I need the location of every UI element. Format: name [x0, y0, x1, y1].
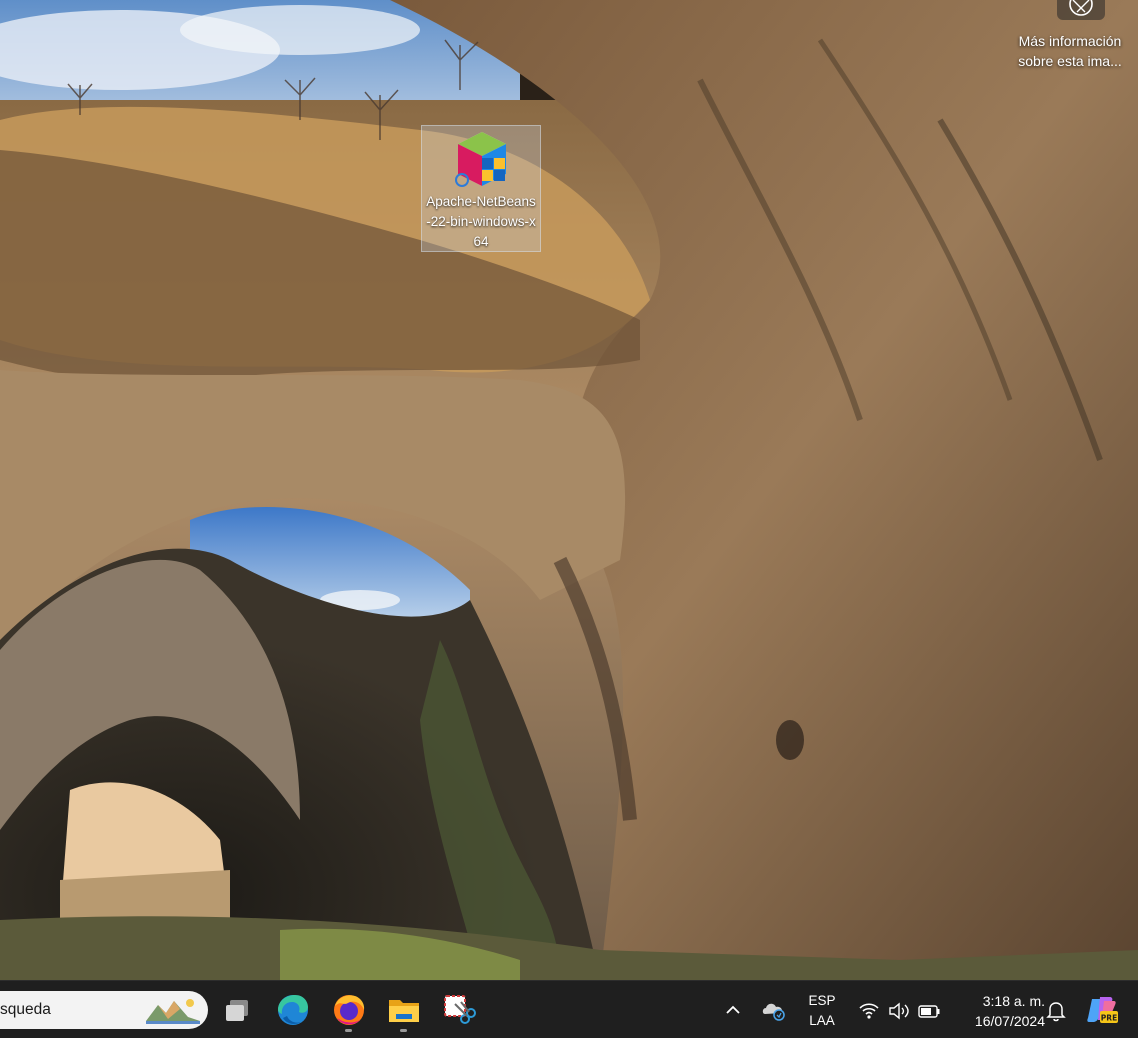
- clock-date: 16/07/2024: [974, 1013, 1045, 1029]
- onedrive-icon[interactable]: [761, 999, 787, 1021]
- file-explorer-button[interactable]: [386, 992, 422, 1028]
- volume-icon: [889, 1002, 909, 1020]
- spotlight-label[interactable]: Más información sobre esta ima...: [1005, 31, 1135, 71]
- desktop-icon-label: Apache-NetBeans-22-bin-windows-x64: [426, 194, 536, 249]
- search-box[interactable]: squeda: [0, 991, 208, 1029]
- copilot-icon[interactable]: PRE: [1086, 995, 1118, 1025]
- keyboard-layout: LAA: [809, 1013, 835, 1028]
- bell-icon[interactable]: [1046, 1000, 1066, 1022]
- chevron-up-icon[interactable]: [724, 1001, 742, 1019]
- clock-time: 3:18 a. m.: [982, 993, 1045, 1009]
- task-view-button[interactable]: [221, 992, 257, 1028]
- desktop-wallpaper: [0, 0, 1138, 980]
- folder-icon: [389, 1000, 419, 1022]
- netbeans-installer-icon: [454, 130, 510, 188]
- snipping-tool-icon: [444, 995, 476, 1024]
- firefox-icon: [334, 995, 365, 1025]
- language-code: ESP: [808, 993, 836, 1008]
- firefox-button[interactable]: [331, 992, 367, 1028]
- file-explorer-running-indicator: [400, 1029, 407, 1032]
- taskbar: squeda ESP LAA 3:18 a. m. 16/07/2024 PRE: [0, 980, 1138, 1038]
- spotlight-button[interactable]: [1057, 0, 1105, 20]
- copilot-badge: PRE: [1101, 1014, 1117, 1023]
- search-text: squeda: [0, 1001, 51, 1018]
- clock[interactable]: 3:18 a. m. 16/07/2024: [953, 991, 1045, 1031]
- battery-icon: [918, 1005, 940, 1018]
- quick-settings-button[interactable]: [858, 1000, 942, 1027]
- task-view-icon: [226, 1000, 248, 1021]
- edge-icon: [278, 995, 308, 1025]
- firefox-running-indicator: [345, 1029, 352, 1032]
- search-highlight-illustration: [146, 999, 200, 1024]
- desktop-icon-netbeans[interactable]: Apache-NetBeans-22-bin-windows-x64: [421, 125, 541, 252]
- edge-button[interactable]: [275, 992, 311, 1028]
- wifi-icon: [859, 1003, 879, 1019]
- language-indicator[interactable]: ESP LAA: [800, 991, 844, 1031]
- snipping-tool-button[interactable]: [441, 992, 477, 1028]
- camera-lens-icon: [1069, 0, 1093, 16]
